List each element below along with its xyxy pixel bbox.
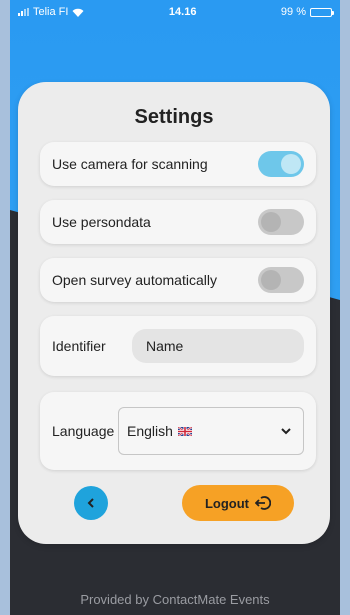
- logout-label: Logout: [204, 495, 250, 511]
- settings-title: Settings: [134, 106, 214, 128]
- camera-toggle[interactable]: [258, 151, 304, 177]
- camera-setting-label: Use camera for scanning: [52, 156, 208, 172]
- logout-button[interactable]: Logout: [182, 485, 294, 521]
- camera-setting-row: Use camera for scanning: [40, 142, 316, 186]
- carrier-name: Telia FI: [33, 6, 69, 18]
- persondata-setting-row: Use persondata: [40, 200, 316, 244]
- toggle-knob: [261, 212, 281, 232]
- survey-toggle[interactable]: [258, 267, 304, 293]
- persondata-toggle[interactable]: [258, 209, 304, 235]
- identifier-input[interactable]: Name: [132, 329, 304, 363]
- back-button[interactable]: [74, 486, 108, 520]
- identifier-row: Identifier Name: [40, 316, 316, 376]
- language-value: English: [127, 423, 173, 439]
- status-time: 14.16: [168, 6, 197, 18]
- status-left: Telia FI: [18, 6, 84, 18]
- logout-icon: [255, 496, 272, 510]
- identifier-value: Name: [146, 338, 184, 354]
- chevron-left-icon: [87, 498, 94, 508]
- phone-screen: Telia FI 14.16 99 % Settings Use camera …: [10, 0, 340, 615]
- status-right: 99 %: [280, 6, 334, 18]
- status-bar: Telia FI 14.16 99 %: [10, 0, 340, 24]
- signal-icon: [18, 8, 29, 16]
- identifier-label: Identifier: [52, 338, 106, 354]
- language-row: Language English: [40, 392, 316, 470]
- language-value-wrap: English: [127, 423, 192, 439]
- survey-setting-row: Open survey automatically: [40, 258, 316, 302]
- language-label: Language: [52, 423, 115, 439]
- battery-percent: 99 %: [280, 6, 306, 18]
- toggle-knob: [281, 154, 301, 174]
- uk-flag-icon: [177, 426, 192, 436]
- settings-card: Settings Use camera for scanning Use per…: [18, 82, 330, 544]
- persondata-setting-label: Use persondata: [52, 214, 151, 230]
- battery-icon: [309, 7, 334, 17]
- language-select[interactable]: English: [118, 407, 304, 455]
- footer-text: Provided by ContactMate Events: [80, 592, 270, 607]
- toggle-knob: [261, 270, 281, 290]
- survey-setting-label: Open survey automatically: [52, 272, 217, 288]
- wifi-icon: [72, 8, 84, 17]
- chevron-down-icon: [281, 427, 291, 434]
